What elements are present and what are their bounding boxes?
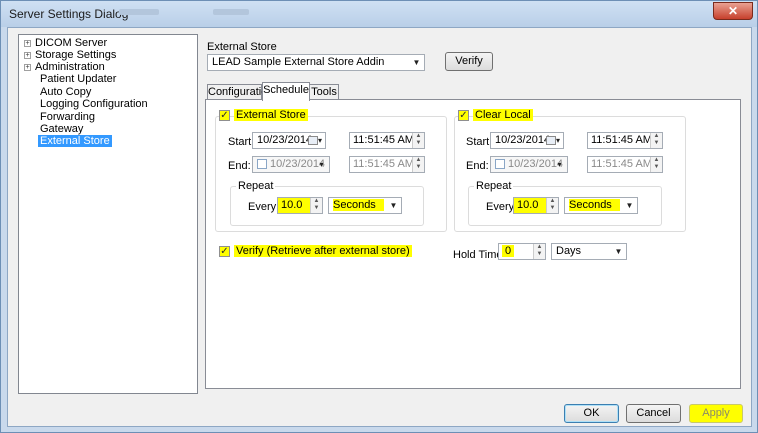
tab-configuration[interactable]: Configuration [207,84,273,100]
calendar-dropdown-icon: ▾ [305,133,325,148]
tree-item-external-store[interactable]: External Store [38,135,112,148]
repeat-label: Repeat [474,180,514,192]
select-value: Days [556,245,582,257]
select-value: Seconds [569,199,620,211]
button-label: Verify [455,55,483,67]
cl-every-spinner[interactable]: 10.0 ▲ ▼ [513,197,559,214]
tab-schedule[interactable]: Schedule [262,82,310,101]
background-window-blur [213,9,249,15]
external-store-addin-select[interactable]: LEAD Sample External Store Addin ▼ [207,54,425,71]
every-value: 10.0 [281,199,303,211]
time-value: 11:51:45 AM [353,134,414,146]
tab-label: Tools [311,86,337,98]
tree-item-label: Auto Copy [40,86,92,98]
server-settings-dialog: Server Settings Dialog ✕ + DICOM Server … [0,0,758,433]
window-title: Server Settings Dialog [9,7,129,21]
close-icon: ✕ [727,4,739,18]
tab-tools[interactable]: Tools [309,84,339,100]
es-unit-select[interactable]: Seconds ▼ [328,197,402,214]
tree-item-label: Patient Updater [40,73,117,85]
tree-item-logging-configuration[interactable]: Logging Configuration [40,98,148,111]
expand-icon[interactable]: + [24,52,31,59]
external-store-label: External Store [207,41,277,53]
calendar-dropdown-icon: ▾ [543,133,563,148]
dialog-client-area: + DICOM Server + Storage Settings + Admi… [7,27,752,427]
tree-item-label: Logging Configuration [40,98,148,110]
time-value: 11:51:45 AM [353,158,414,170]
clear-local-checkbox[interactable]: ✓ [458,110,469,121]
every-label: Every: [248,201,280,213]
button-label: Apply [702,407,730,419]
verify-checkbox-label: Verify (Retrieve after external store) [234,245,412,257]
cl-unit-select[interactable]: Seconds ▼ [564,197,638,214]
cl-end-date-picker[interactable]: 10/23/2014 ▾ [490,156,568,173]
chevron-down-icon: ▾ [319,160,324,169]
date-value: 10/23/2014 [495,134,551,146]
external-store-checkbox-label: External Store [234,109,308,121]
expand-icon[interactable]: + [24,64,31,71]
every-value: 10.0 [517,199,539,211]
title-bar[interactable]: Server Settings Dialog ✕ [1,1,757,27]
es-start-time-spinner[interactable]: 11:51:45 AM ▲ ▼ [349,132,425,149]
chevron-down-icon: ▼ [412,58,421,67]
start-label: Start: [466,136,493,148]
es-end-date-picker[interactable]: 10/23/2014 ▾ [252,156,330,173]
time-value: 11:51:45 AM [591,158,652,170]
start-label: Start: [228,136,255,148]
clear-local-checkbox-label: Clear Local [473,109,533,121]
repeat-label: Repeat [236,180,276,192]
apply-button[interactable]: Apply [689,404,743,423]
external-store-checkbox[interactable]: ✓ [219,110,230,121]
verify-button[interactable]: Verify [445,52,493,71]
spinner-arrows-icon[interactable]: ▲ ▼ [412,133,424,148]
chevron-down-icon: ▾ [557,160,562,169]
button-label: Cancel [636,407,671,419]
spinner-arrows-icon[interactable]: ▲ ▼ [310,198,322,213]
spinner-arrows-icon[interactable]: ▲ ▼ [533,244,545,259]
spinner-arrows-icon[interactable]: ▲ ▼ [650,157,662,172]
es-end-time-spinner[interactable]: 11:51:45 AM ▲ ▼ [349,156,425,173]
cl-start-time-spinner[interactable]: 11:51:45 AM ▲ ▼ [587,132,663,149]
schedule-tab-panel: ✓ External Store Start: 10/23/2014 ▾ 11:… [205,99,741,389]
hold-time-value: 0 [502,245,515,257]
settings-tree[interactable]: + DICOM Server + Storage Settings + Admi… [18,34,198,394]
cl-end-time-spinner[interactable]: 11:51:45 AM ▲ ▼ [587,156,663,173]
chevron-down-icon: ▼ [389,201,398,210]
cancel-button[interactable]: Cancel [626,404,681,423]
date-value: 10/23/2014 [257,134,313,146]
spinner-arrows-icon[interactable]: ▲ ▼ [412,157,424,172]
tab-label: Schedule [263,84,309,96]
spinner-arrows-icon[interactable]: ▲ ▼ [546,198,558,213]
spinner-arrows-icon[interactable]: ▲ ▼ [650,133,662,148]
tree-item-label: External Store [38,135,112,147]
end-label: End: [466,160,489,172]
chevron-down-icon: ▼ [625,201,634,210]
tree-item-label: Gateway [40,123,84,135]
end-date-enable-checkbox[interactable] [495,159,505,170]
select-value: LEAD Sample External Store Addin [212,56,385,68]
tree-item-patient-updater[interactable]: Patient Updater [40,73,116,86]
cl-start-date-picker[interactable]: 10/23/2014 ▾ [490,132,564,149]
expand-icon[interactable]: + [24,40,31,47]
end-label: End: [228,160,251,172]
es-start-date-picker[interactable]: 10/23/2014 ▾ [252,132,326,149]
background-window-blur [119,9,159,15]
hold-time-spinner[interactable]: 0 ▲ ▼ [498,243,546,260]
tree-item-label: Forwarding [40,111,96,123]
button-label: OK [583,407,600,419]
verify-checkbox[interactable]: ✓ [219,246,230,257]
close-button[interactable]: ✕ [713,2,753,20]
chevron-down-icon: ▼ [614,247,623,256]
ok-button[interactable]: OK [564,404,619,423]
hold-time-unit-select[interactable]: Days ▼ [551,243,627,260]
time-value: 11:51:45 AM [591,134,652,146]
select-value: Seconds [333,199,384,211]
end-date-enable-checkbox[interactable] [257,159,267,170]
es-every-spinner[interactable]: 10.0 ▲ ▼ [277,197,323,214]
